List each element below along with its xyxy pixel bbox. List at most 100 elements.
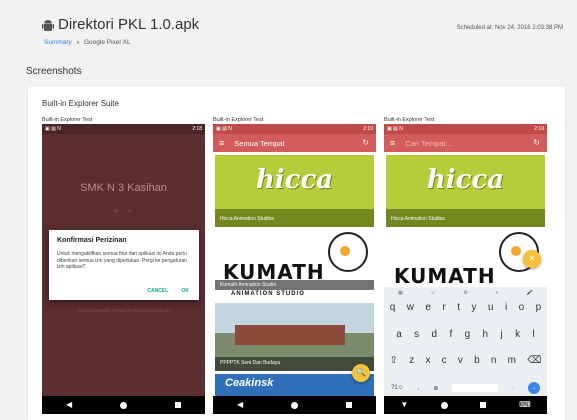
hicca-logo: hicca bbox=[426, 165, 505, 195]
enter-key[interactable]: → bbox=[528, 382, 541, 394]
keyboard-key[interactable]: q bbox=[390, 302, 396, 313]
menu-icon[interactable]: ≡ bbox=[390, 138, 395, 148]
settings-icon[interactable]: ⚙ bbox=[464, 290, 468, 296]
space-key[interactable] bbox=[452, 384, 499, 392]
search-input[interactable]: Cari Tempat... bbox=[405, 139, 452, 148]
notification-icons: ▣ ▤ N bbox=[45, 126, 61, 132]
keyboard-bottom-row: ?1☺ , ⊕ . → bbox=[384, 382, 547, 394]
cancel-button[interactable]: CANCEL bbox=[147, 288, 168, 294]
keyboard-key[interactable]: b bbox=[474, 355, 480, 366]
home-icon[interactable] bbox=[291, 401, 299, 409]
list-item[interactable]: PPPPTK Seni Dan Budaya bbox=[215, 303, 374, 371]
keyboard-key[interactable]: v bbox=[458, 355, 463, 366]
numbers-key[interactable]: ?1☺ bbox=[391, 385, 404, 391]
notification-icons: ▣ ▤ N bbox=[387, 126, 403, 132]
back-icon[interactable]: ◀ bbox=[237, 401, 243, 409]
school-name: SMK N 3 Kasihan bbox=[80, 182, 167, 194]
shot-label: Built-in Explorer Test bbox=[213, 117, 264, 123]
sticker-icon[interactable]: ☺ bbox=[431, 290, 436, 296]
tile-label: PPPPTK Seni Dan Budaya bbox=[220, 360, 281, 366]
recents-icon[interactable] bbox=[346, 402, 352, 408]
close-fab[interactable]: ✕ bbox=[523, 250, 541, 268]
keyboard-row-3: ⇧ z x c v b n m ⌫ bbox=[384, 355, 547, 366]
breadcrumb: Summary › Google Pixel XL bbox=[44, 39, 131, 46]
kumath-logo: KUMATH bbox=[394, 264, 496, 286]
refresh-icon[interactable]: ↻ bbox=[362, 138, 369, 147]
refresh-icon[interactable]: ↻ bbox=[533, 138, 540, 147]
list-item[interactable]: KUMATH Kumath Animation Studio ANIMATION… bbox=[215, 230, 374, 300]
keyboard-key[interactable]: d bbox=[432, 329, 438, 340]
recents-icon[interactable] bbox=[480, 402, 487, 408]
palette-icon[interactable]: ◐ bbox=[496, 290, 499, 296]
menu-icon[interactable]: ≡ bbox=[219, 138, 224, 148]
keyboard-row-1: qwer ty ui op bbox=[384, 302, 547, 313]
breadcrumb-summary-link[interactable]: Summary bbox=[44, 39, 72, 46]
keyboard-key[interactable]: e bbox=[425, 302, 431, 313]
back-icon[interactable]: ▼ bbox=[400, 401, 408, 409]
dialog-message: Untuk mengaktifkan semua fitur dari apli… bbox=[57, 251, 188, 270]
android-nav-bar: ▼ ⌨ bbox=[384, 396, 547, 414]
keyboard-key[interactable]: f bbox=[449, 329, 452, 340]
list-item[interactable]: Ceakinsk bbox=[215, 374, 374, 396]
keyboard-key[interactable]: ⇧ bbox=[390, 355, 398, 366]
period-key[interactable]: . bbox=[512, 385, 514, 391]
search-fab[interactable]: 🔍 bbox=[352, 364, 370, 382]
app-footer-note: Aplikasi Direktori Tempat Praktik Kerja … bbox=[77, 308, 170, 313]
list-item[interactable]: hicca Hicca Animation Studios bbox=[215, 155, 374, 227]
keyboard-key[interactable]: u bbox=[488, 302, 494, 313]
tile-label: Kumath Animation Studio bbox=[220, 282, 277, 288]
keyboard-key[interactable]: t bbox=[457, 302, 460, 313]
gif-icon[interactable]: ▦ bbox=[398, 290, 403, 296]
list-item[interactable]: hicca Hicca Animation Studios bbox=[386, 155, 545, 227]
keyboard-key[interactable]: s bbox=[414, 329, 419, 340]
globe-icon[interactable]: ⊕ bbox=[433, 385, 438, 392]
app-bar-title: Semua Tempat bbox=[234, 138, 285, 148]
ok-button[interactable]: OK bbox=[182, 288, 190, 294]
keyboard-key[interactable]: c bbox=[442, 355, 447, 366]
back-icon[interactable]: ◀ bbox=[66, 401, 72, 409]
permission-dialog: Konfirmasi Perizinan Untuk mengaktifkan … bbox=[49, 230, 199, 300]
keyboard-key[interactable]: x bbox=[425, 355, 430, 366]
screenshot-1[interactable]: ▣ ▤ N 2:18 SMK N 3 Kasihan ✶ ✶ Konfirmas… bbox=[42, 124, 205, 414]
keyboard-key[interactable]: w bbox=[407, 302, 414, 313]
keyboard-key[interactable]: a bbox=[396, 329, 402, 340]
keyboard-key[interactable]: o bbox=[519, 302, 525, 313]
screenshot-3[interactable]: ▣ ▤ N 2:19 ≡ Cari Tempat... ↻ hicca Hicc… bbox=[384, 124, 547, 414]
keyboard-icon[interactable]: ⌨ bbox=[519, 401, 531, 409]
dialog-title: Konfirmasi Perizinan bbox=[57, 237, 127, 244]
status-time: 2:18 bbox=[192, 126, 202, 132]
keyboard-key[interactable]: j bbox=[500, 329, 502, 340]
keyboard-key[interactable]: n bbox=[491, 355, 497, 366]
suite-title: Built-in Explorer Suite bbox=[42, 99, 119, 108]
keyboard-key[interactable]: k bbox=[515, 329, 520, 340]
recents-icon[interactable] bbox=[175, 402, 181, 408]
page-title: Direktori PKL 1.0.apk bbox=[58, 16, 200, 33]
keyboard-key[interactable]: ⌫ bbox=[527, 355, 541, 366]
mic-icon[interactable]: 🎤 bbox=[527, 290, 533, 296]
status-time: 2:19 bbox=[534, 126, 544, 132]
keyboard-key[interactable]: g bbox=[465, 329, 471, 340]
home-icon[interactable] bbox=[440, 401, 448, 409]
list-item[interactable]: KUMATH bbox=[386, 230, 545, 286]
keyboard-key[interactable]: l bbox=[532, 329, 534, 340]
keyboard-key[interactable]: i bbox=[505, 302, 507, 313]
screenshot-2[interactable]: ▣ ▤ N 2:19 ≡ Semua Tempat ↻ hicca Hicca … bbox=[213, 124, 376, 414]
on-screen-keyboard[interactable]: ▦ ☺ ⚙ ◐ 🎤 qwer ty ui op a s df g hj k l ⇧ z x c v b n m ⌫… bbox=[384, 287, 547, 396]
app-bar: ≡ Semua Tempat ↻ bbox=[213, 134, 376, 152]
keyboard-row-2: a s df g hj k l bbox=[384, 329, 547, 340]
shot-label: Built-in Explorer Test bbox=[42, 117, 93, 123]
keyboard-key[interactable]: p bbox=[536, 302, 542, 313]
keyboard-key[interactable]: r bbox=[442, 302, 445, 313]
keyboard-key[interactable]: h bbox=[483, 329, 489, 340]
home-icon[interactable] bbox=[120, 401, 128, 409]
comma-key[interactable]: , bbox=[418, 385, 420, 391]
keyboard-toolbar: ▦ ☺ ⚙ ◐ 🎤 bbox=[384, 287, 547, 298]
android-icon bbox=[42, 20, 54, 31]
watermark-logo: ✶ ✶ bbox=[111, 206, 136, 216]
status-time: 2:19 bbox=[363, 126, 373, 132]
status-bar: ▣ ▤ N 2:19 bbox=[213, 124, 376, 134]
keyboard-key[interactable]: z bbox=[409, 355, 414, 366]
building-image bbox=[235, 325, 345, 345]
keyboard-key[interactable]: m bbox=[508, 355, 516, 366]
keyboard-key[interactable]: y bbox=[471, 302, 476, 313]
